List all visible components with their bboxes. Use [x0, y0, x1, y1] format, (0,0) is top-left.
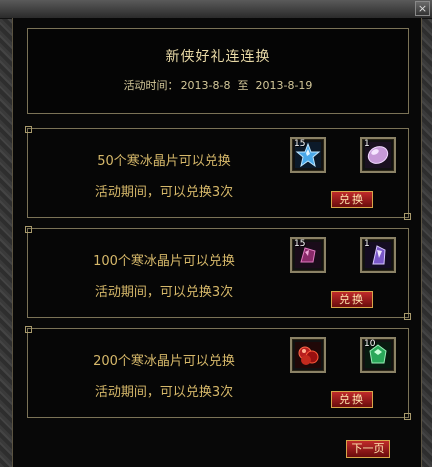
title-bar: × [0, 0, 432, 19]
item-count: 1 [364, 139, 370, 149]
item-count: 15 [294, 239, 306, 249]
exchange-button[interactable]: 兑换 [331, 391, 373, 408]
content-area: 新侠好礼连连换 活动时间： 2013-8-8 至 2013-8-19 50个寒冰晶片可… [12, 18, 422, 467]
item-count: 15 [294, 139, 306, 149]
red-ore-cluster-icon [295, 342, 321, 368]
item-count: 10 [364, 339, 376, 349]
exchange-button[interactable]: 兑换 [331, 191, 373, 208]
item-count: 1 [364, 239, 370, 249]
event-header: 新侠好礼连连换 活动时间： 2013-8-8 至 2013-8-19 [27, 28, 409, 114]
offer-limit: 活动期间，可以兑换3次 [94, 285, 234, 300]
offer-requirement: 200个寒冰晶片可以兑换 [93, 354, 235, 369]
next-page-button[interactable]: 下一页 [346, 440, 390, 458]
offer-panel-3: 200个寒冰晶片可以兑换 活动期间，可以兑换3次 10 兑换 [25, 326, 411, 420]
offer-requirement: 100个寒冰晶片可以兑换 [93, 254, 235, 269]
cost-item-slot[interactable] [290, 337, 326, 373]
offer-requirement: 50个寒冰晶片可以兑换 [97, 154, 231, 169]
exchange-button[interactable]: 兑换 [331, 291, 373, 308]
start-date: 2013-8-8 [180, 79, 231, 92]
period-label: 活动时间： [123, 79, 179, 92]
offer-limit: 活动期间，可以兑换3次 [94, 185, 234, 200]
event-title: 新侠好礼连连换 [165, 49, 271, 65]
offer-limit: 活动期间，可以兑换3次 [94, 385, 234, 400]
offer-panel-1: 50个寒冰晶片可以兑换 活动期间，可以兑换3次 15 1 兑换 [25, 126, 411, 220]
reward-item-slot[interactable]: 10 [360, 337, 396, 373]
reward-item-slot[interactable]: 1 [360, 237, 396, 273]
date-separator: 至 [237, 79, 249, 92]
reward-item-slot[interactable]: 1 [360, 137, 396, 173]
cost-item-slot[interactable]: 15 [290, 137, 326, 173]
cost-item-slot[interactable]: 15 [290, 237, 326, 273]
close-button[interactable]: × [415, 1, 430, 16]
end-date: 2013-8-19 [255, 79, 313, 92]
offer-panel-2: 100个寒冰晶片可以兑换 活动期间，可以兑换3次 15 1 兑换 [25, 226, 411, 320]
event-period: 活动时间： 2013-8-8 至 2013-8-19 [28, 77, 408, 93]
